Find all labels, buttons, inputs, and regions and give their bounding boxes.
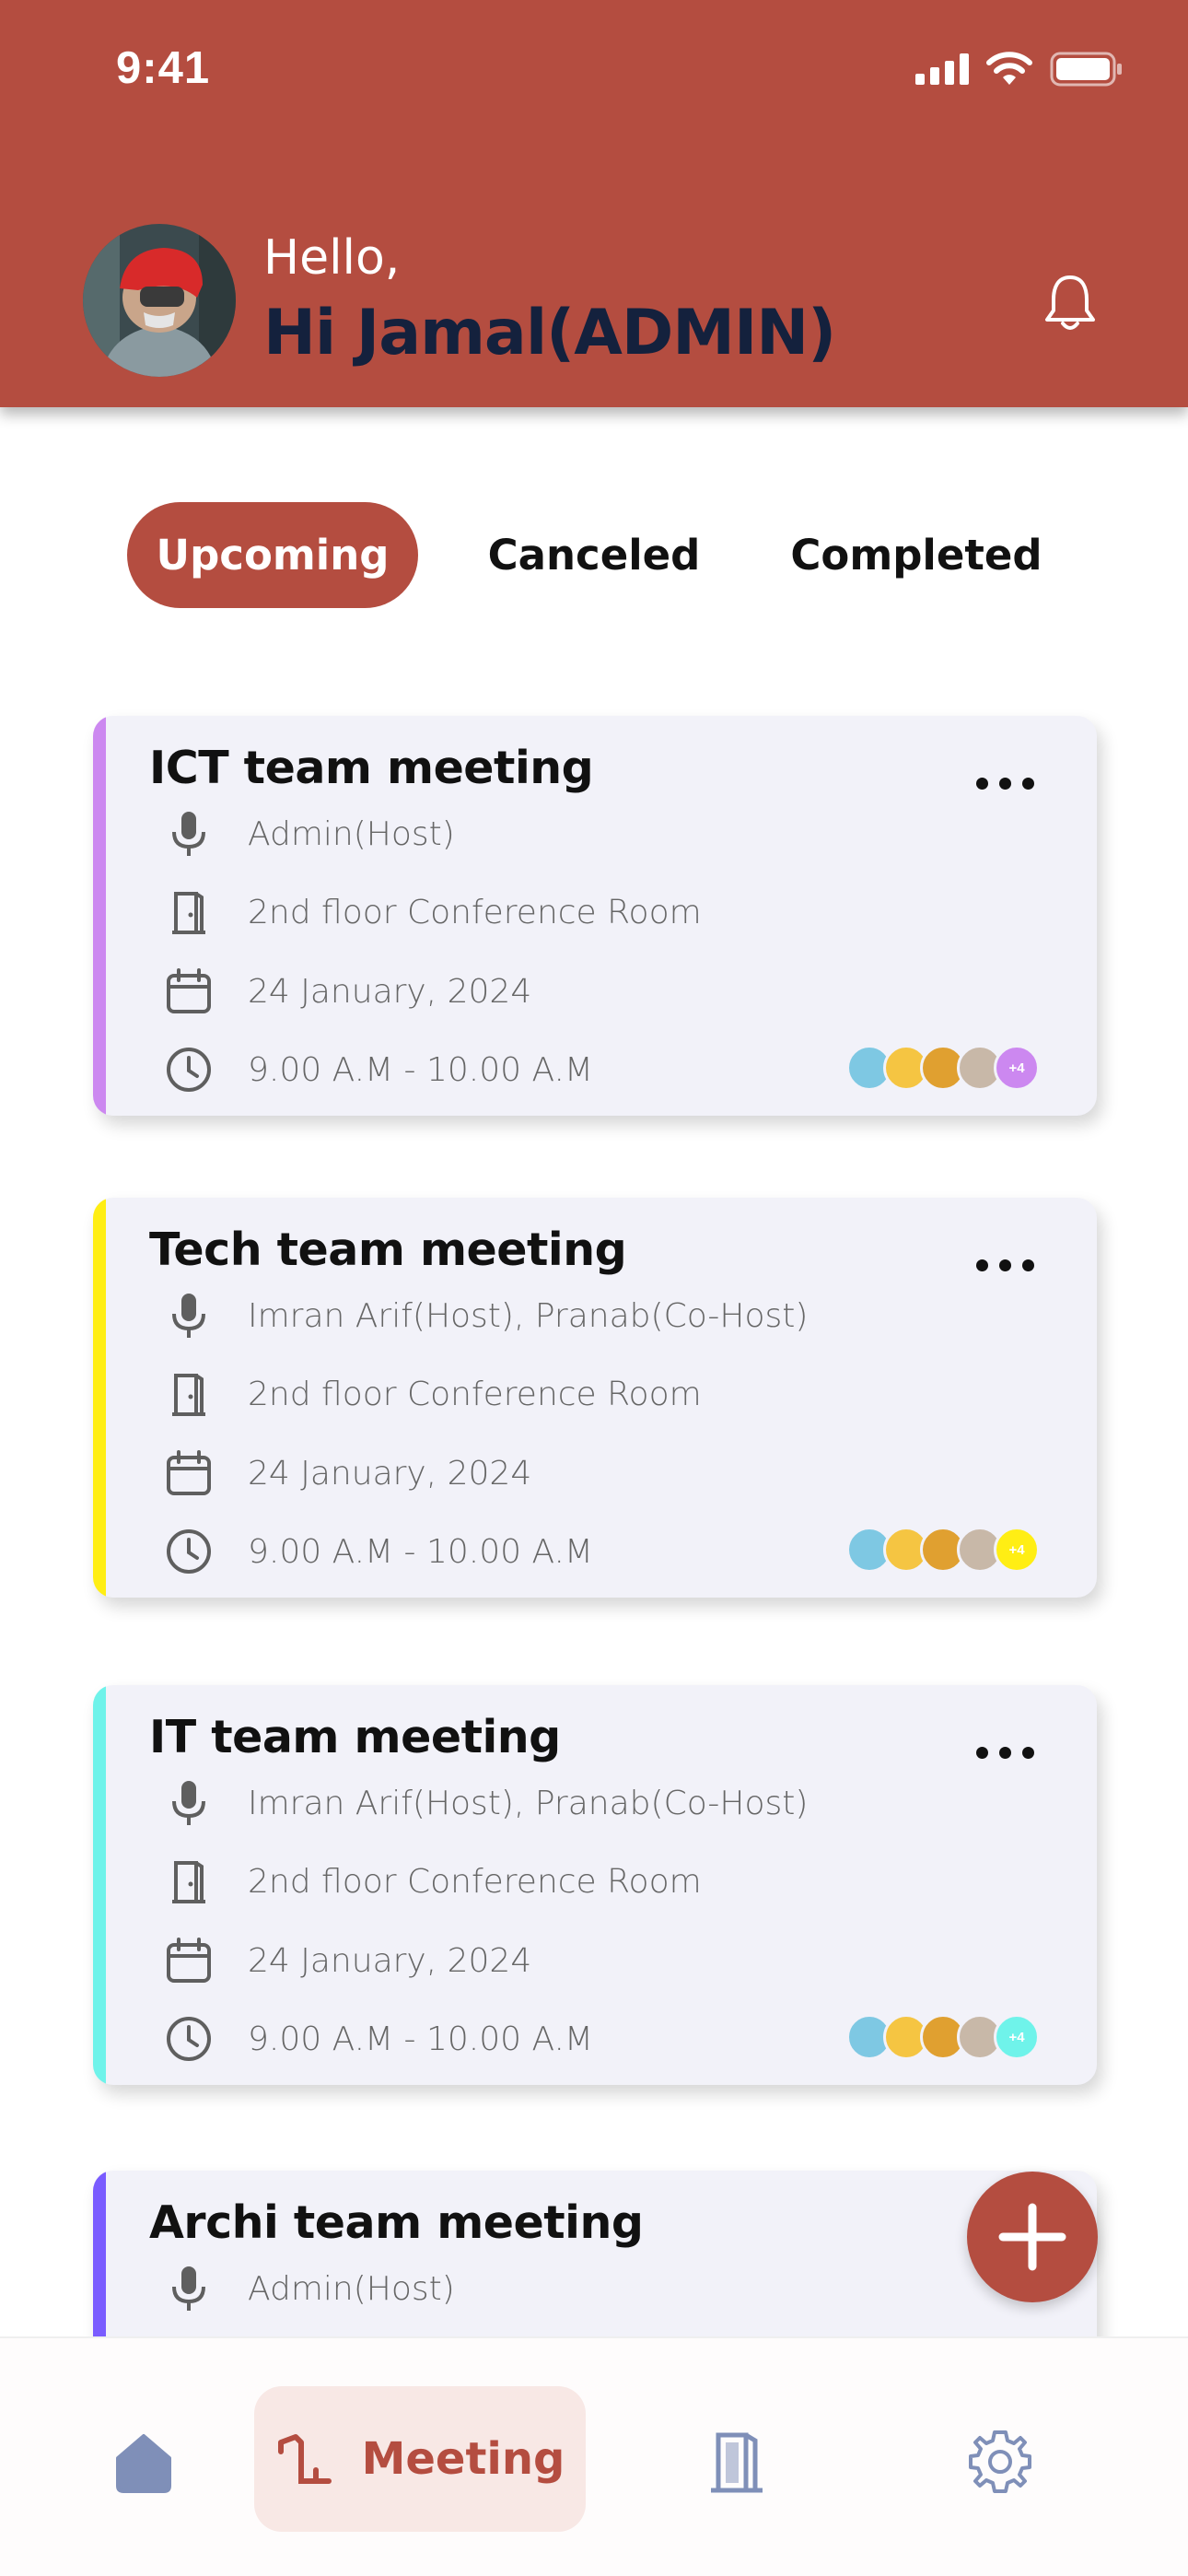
signal-icon — [915, 53, 969, 85]
add-meeting-button[interactable] — [967, 2172, 1098, 2302]
card-accent — [93, 716, 106, 1116]
wifi-icon — [986, 52, 1032, 85]
meeting-icon — [277, 2434, 332, 2484]
host-row: Imran Arif(Host), Pranab(Co-Host) — [163, 1775, 808, 1831]
status-icons — [915, 52, 1124, 87]
meeting-card[interactable]: ICT team meeting Admin(Host) 2nd floor C… — [93, 716, 1097, 1116]
extra-attendees-badge: +4 — [994, 1527, 1040, 1573]
date-row: 24 January, 2024 — [163, 964, 531, 1019]
greeting-text: Hello, — [263, 230, 401, 286]
more-options-icon[interactable] — [970, 1251, 1040, 1279]
meeting-date: 24 January, 2024 — [248, 972, 532, 1011]
meeting-card[interactable]: Tech team meeting Imran Arif(Host), Pran… — [93, 1198, 1097, 1598]
attendee-avatars[interactable]: +4 — [846, 1045, 1040, 1091]
clock-icon — [163, 1044, 215, 1095]
more-options-icon[interactable] — [970, 1739, 1040, 1766]
meeting-date: 24 January, 2024 — [248, 1941, 532, 1980]
meeting-date: 24 January, 2024 — [248, 1454, 532, 1493]
extra-attendees-badge: +4 — [994, 2014, 1040, 2060]
meeting-room: 2nd floor Conference Room — [248, 893, 702, 931]
meeting-title: IT team meeting — [149, 1711, 561, 1763]
clock-icon — [163, 1526, 215, 1577]
host-row: Admin(Host) — [163, 2261, 455, 2316]
user-name: Hi Jamal(ADMIN) — [263, 297, 836, 369]
time-row: 9.00 A.M - 10.00 A.M — [163, 1042, 593, 1097]
meeting-title: ICT team meeting — [149, 742, 594, 794]
tab-canceled[interactable]: Canceled — [479, 502, 709, 608]
home-icon — [116, 2434, 171, 2493]
meeting-host: Imran Arif(Host), Pranab(Co-Host) — [248, 1296, 809, 1335]
meeting-card[interactable]: IT team meeting Imran Arif(Host), Pranab… — [93, 1685, 1097, 2085]
meeting-room: 2nd floor Conference Room — [248, 1862, 702, 1901]
room-row: 2nd floor Conference Room — [163, 884, 702, 940]
nav-home[interactable] — [107, 2425, 181, 2499]
user-avatar[interactable] — [83, 224, 236, 377]
tab-upcoming[interactable]: Upcoming — [127, 502, 418, 608]
card-accent — [93, 1685, 106, 2085]
meeting-host: Imran Arif(Host), Pranab(Co-Host) — [248, 1784, 809, 1822]
calendar-icon — [163, 1935, 215, 1986]
meeting-room: 2nd floor Conference Room — [248, 1375, 702, 1413]
date-row: 24 January, 2024 — [163, 1933, 531, 1988]
door-icon — [711, 2432, 763, 2493]
status-time: 9:41 — [116, 43, 211, 93]
card-accent — [93, 1198, 106, 1598]
tab-completed[interactable]: Completed — [790, 502, 1042, 608]
meeting-time: 9.00 A.M - 10.00 A.M — [248, 2020, 593, 2058]
room-row: 2nd floor Conference Room — [163, 1854, 702, 1909]
microphone-icon — [163, 808, 215, 860]
nav-meeting[interactable]: Meeting — [254, 2386, 586, 2532]
nav-rooms[interactable] — [700, 2425, 774, 2499]
meeting-host: Admin(Host) — [248, 814, 455, 853]
host-row: Imran Arif(Host), Pranab(Co-Host) — [163, 1288, 808, 1343]
calendar-icon — [163, 966, 215, 1017]
extra-attendees-badge: +4 — [994, 1045, 1040, 1091]
more-options-icon[interactable] — [970, 769, 1040, 797]
bottom-navigation: Meeting — [0, 2336, 1188, 2576]
time-row: 9.00 A.M - 10.00 A.M — [163, 1524, 593, 1579]
nav-meeting-label: Meeting — [361, 2433, 565, 2485]
door-icon — [163, 886, 215, 938]
calendar-icon — [163, 1447, 215, 1499]
door-icon — [163, 1368, 215, 1420]
app-header: 9:41 Hello, Hi Jamal(ADMIN) — [0, 0, 1188, 407]
meeting-title: Archi team meeting — [149, 2196, 644, 2249]
nav-settings[interactable] — [963, 2425, 1037, 2499]
meeting-host: Admin(Host) — [248, 2269, 455, 2308]
host-row: Admin(Host) — [163, 806, 455, 861]
date-row: 24 January, 2024 — [163, 1446, 531, 1501]
plus-icon — [998, 2203, 1066, 2271]
microphone-icon — [163, 2263, 215, 2314]
door-icon — [163, 1856, 215, 1907]
meeting-title: Tech team meeting — [149, 1224, 627, 1276]
gear-icon — [969, 2430, 1031, 2493]
clock-icon — [163, 2013, 215, 2065]
attendee-avatars[interactable]: +4 — [846, 1527, 1040, 1573]
time-row: 9.00 A.M - 10.00 A.M — [163, 2011, 593, 2067]
room-row: 2nd floor Conference Room — [163, 1366, 702, 1422]
microphone-icon — [163, 1290, 215, 1341]
battery-icon — [1050, 52, 1122, 87]
bell-icon[interactable] — [1042, 272, 1098, 333]
meeting-time: 9.00 A.M - 10.00 A.M — [248, 1532, 593, 1571]
meeting-time: 9.00 A.M - 10.00 A.M — [248, 1050, 593, 1089]
attendee-avatars[interactable]: +4 — [846, 2014, 1040, 2060]
microphone-icon — [163, 1777, 215, 1829]
